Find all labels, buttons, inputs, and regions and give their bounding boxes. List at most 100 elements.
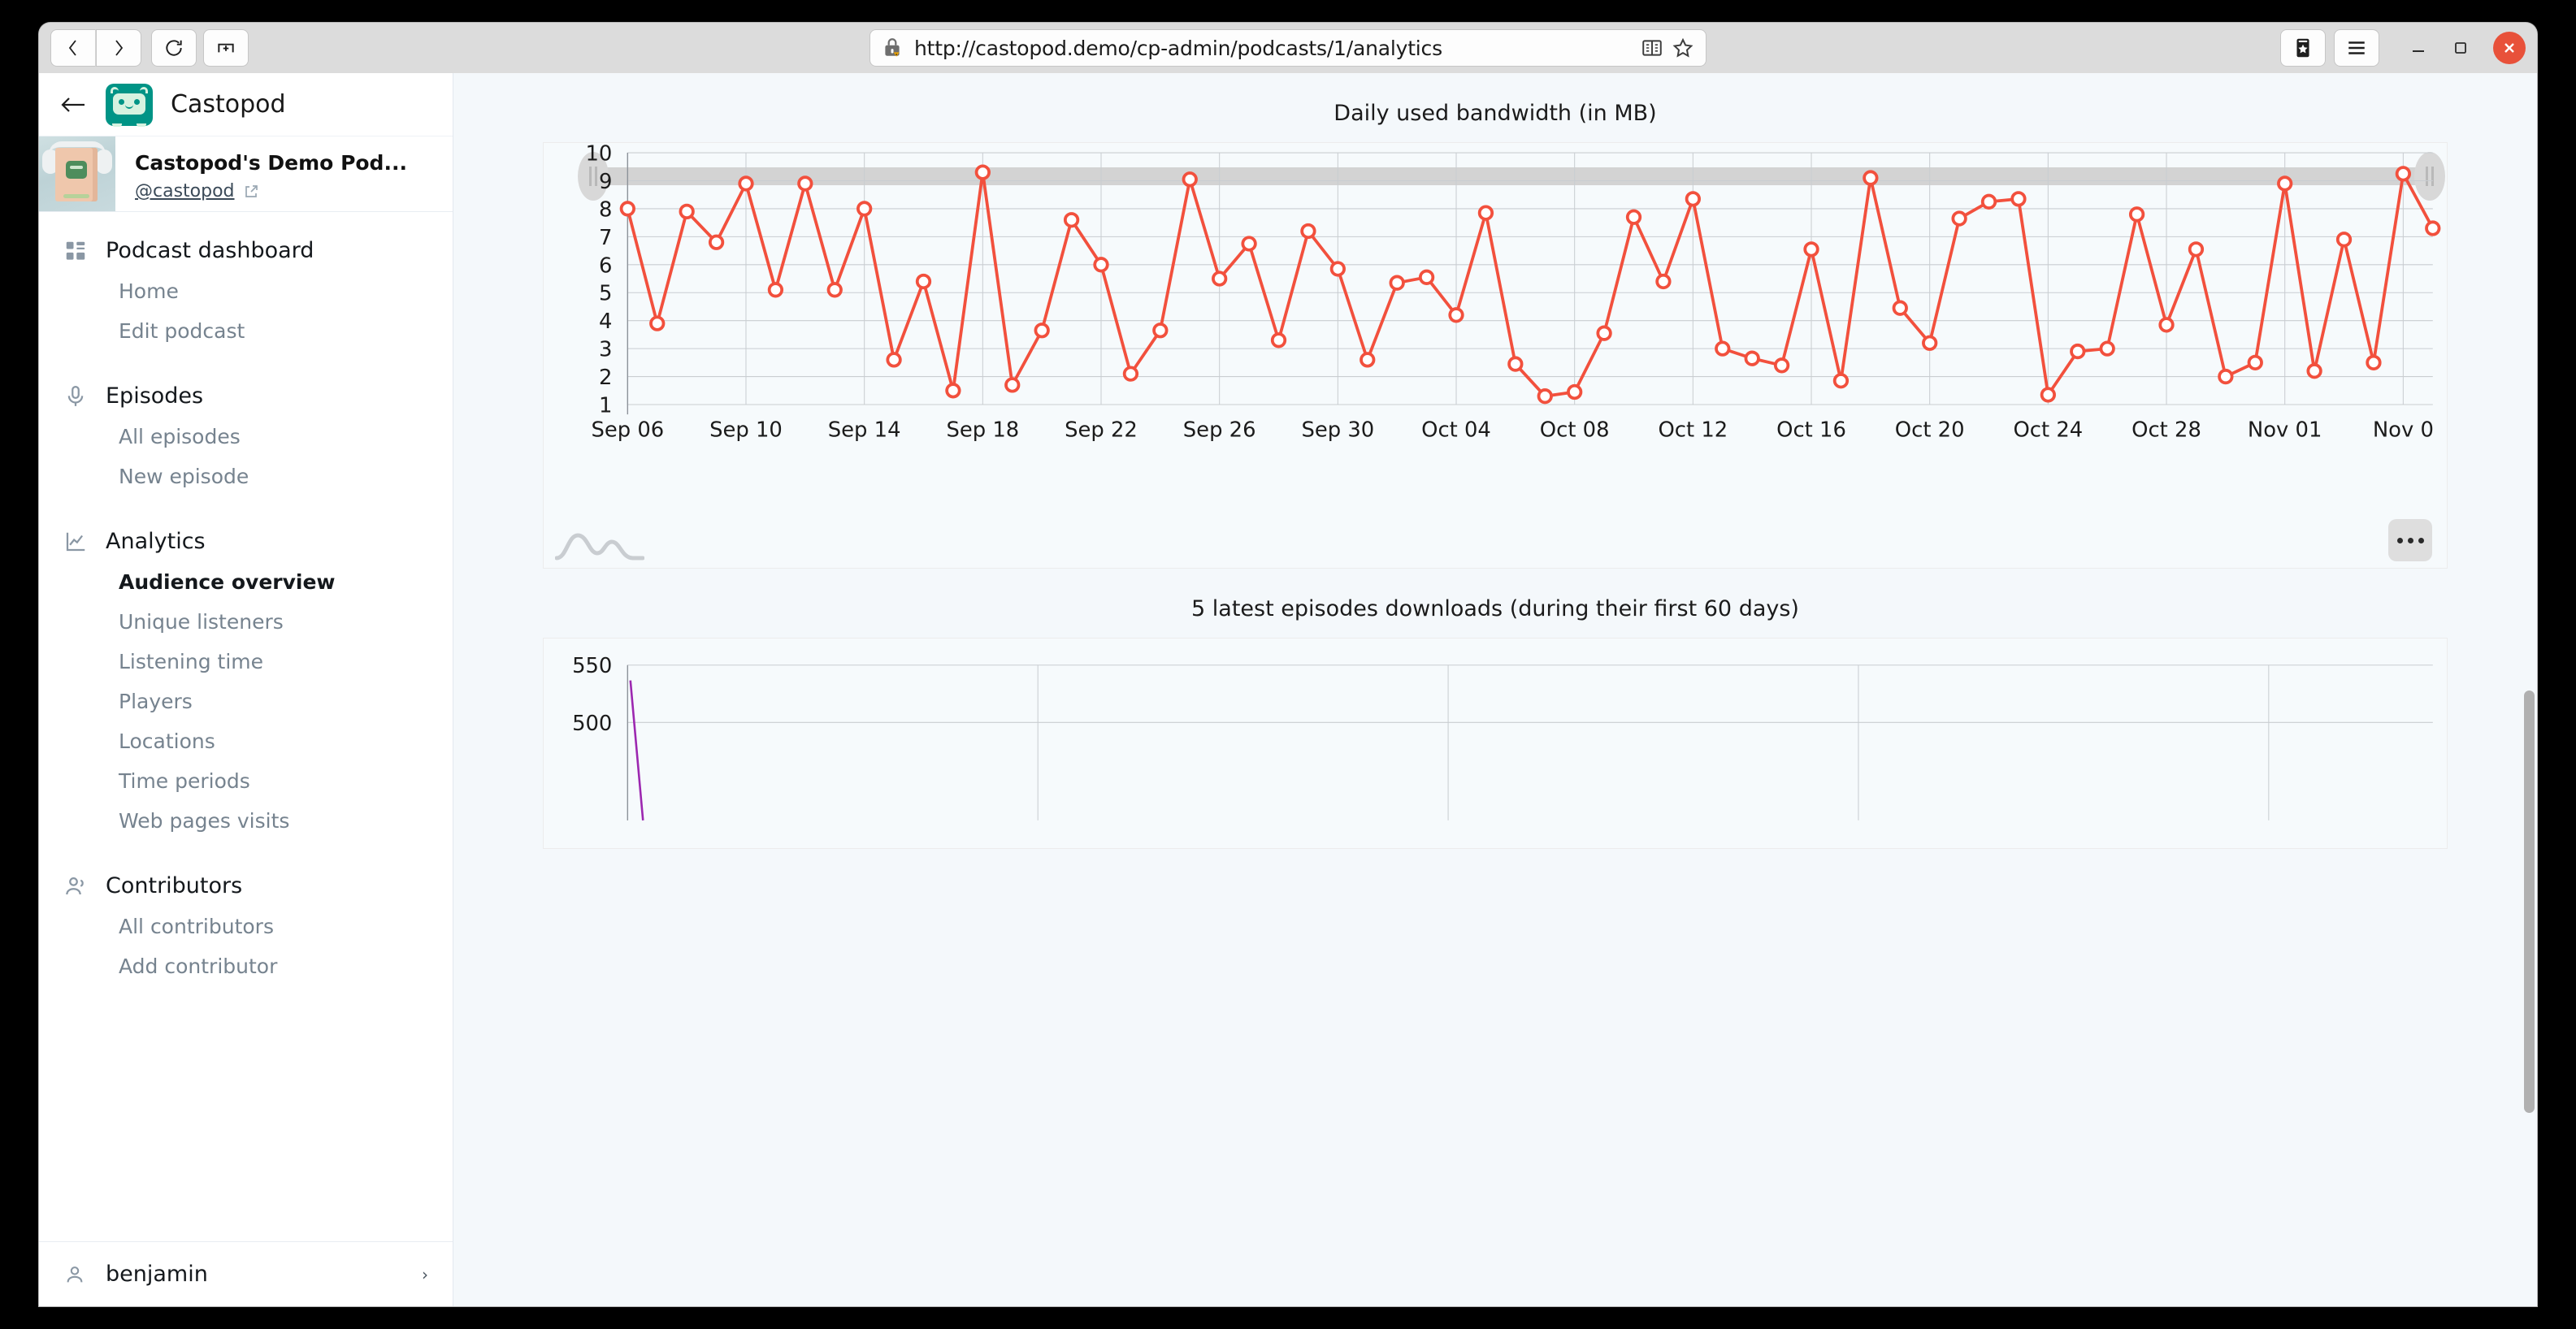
chart-menu-button[interactable] (2388, 519, 2432, 561)
data-point-marker[interactable] (1922, 335, 1938, 351)
data-point-marker[interactable] (2218, 368, 2234, 385)
sidebar-item-players[interactable]: Players (39, 682, 453, 721)
sidebar-group-header-podcast-dashboard[interactable]: Podcast dashboard (39, 230, 453, 271)
maximize-button[interactable] (2439, 29, 2482, 67)
data-point-marker[interactable] (2040, 387, 2056, 403)
data-point-marker[interactable] (1004, 377, 1021, 393)
sidebar-item-unique-listeners[interactable]: Unique listeners (39, 602, 453, 642)
data-point-marker[interactable] (2188, 241, 2205, 258)
podcast-handle-link[interactable]: @castopod (135, 181, 407, 201)
data-point-marker[interactable] (1152, 323, 1169, 339)
data-point-marker[interactable] (2395, 166, 2412, 182)
sidebar-item-listening-time[interactable]: Listening time (39, 642, 453, 682)
podcast-card[interactable]: Castopod's Demo Pod... @castopod (39, 136, 453, 212)
episode-downloads-plot-svg[interactable]: 500 550 (544, 639, 2447, 820)
data-point-marker[interactable] (649, 315, 666, 331)
data-point-marker[interactable] (974, 164, 991, 180)
page-scrollbar[interactable] (2521, 73, 2537, 1306)
chevron-right-icon[interactable]: › (422, 1265, 428, 1284)
bandwidth-plot-svg[interactable]: 1 2 3 4 5 6 7 8 9 10 Sep 06 Sep 10 Sep 14 Sep 18 Sep 2… (544, 143, 2447, 472)
sidebar-group-header-episodes[interactable]: Episodes (39, 375, 453, 417)
minimize-button[interactable] (2397, 29, 2439, 67)
data-point-marker[interactable] (1980, 193, 1997, 210)
sidebar-item-new-episode[interactable]: New episode (39, 457, 453, 496)
data-point-marker[interactable] (1477, 205, 1494, 221)
sidebar-item-all-contributors[interactable]: All contributors (39, 907, 453, 946)
data-point-marker[interactable] (1122, 366, 1139, 382)
data-point-marker[interactable] (1093, 257, 1109, 273)
data-point-marker[interactable] (738, 175, 754, 192)
data-point-marker[interactable] (1567, 383, 1583, 400)
new-tab-button[interactable] (203, 29, 249, 67)
data-point-marker[interactable] (619, 201, 635, 217)
data-point-marker[interactable] (2099, 340, 2115, 357)
bandwidth-plot[interactable]: 1 2 3 4 5 6 7 8 9 10 Sep 06 Sep 10 Sep 14 Sep 18 Sep 2… (544, 143, 2447, 472)
close-button[interactable] (2493, 32, 2526, 64)
data-point-marker[interactable] (2128, 206, 2145, 223)
data-point-marker[interactable] (856, 201, 873, 217)
forward-button[interactable] (96, 29, 141, 67)
app-menu-button[interactable] (2334, 29, 2379, 67)
data-point-marker[interactable] (886, 352, 902, 368)
data-point-marker[interactable] (1212, 271, 1228, 287)
back-button[interactable] (50, 29, 96, 67)
sidebar-item-time-periods[interactable]: Time periods (39, 761, 453, 801)
url-bar[interactable]: http://castopod.demo/cp-admin/podcasts/1… (870, 29, 1706, 67)
data-point-marker[interactable] (945, 383, 961, 399)
data-point-marker[interactable] (1418, 269, 1435, 285)
data-point-marker[interactable] (1773, 357, 1790, 374)
data-point-marker[interactable] (1537, 388, 1553, 405)
data-point-marker[interactable] (2158, 317, 2175, 333)
data-point-marker[interactable] (797, 175, 813, 192)
sidebar-item-edit-podcast[interactable]: Edit podcast (39, 311, 453, 351)
sidebar-item-all-episodes[interactable]: All episodes (39, 417, 453, 457)
data-point-marker[interactable] (1360, 352, 1376, 368)
page-scrollbar-thumb[interactable] (2524, 690, 2535, 1113)
data-point-marker[interactable] (1329, 261, 1346, 277)
data-point-marker[interactable] (1389, 275, 1405, 291)
data-point-marker[interactable] (1892, 300, 1908, 316)
data-point-marker[interactable] (2306, 363, 2322, 379)
chart-minimap-sparkline-icon[interactable] (555, 526, 644, 563)
sidebar-item-add-contributor[interactable]: Add contributor (39, 946, 453, 986)
data-point-marker[interactable] (1270, 332, 1287, 348)
data-point-marker[interactable] (1655, 273, 1672, 290)
data-point-marker[interactable] (708, 234, 725, 250)
reload-button[interactable] (151, 29, 197, 67)
data-point-marker[interactable] (1863, 170, 1879, 186)
sidebar-item-home[interactable]: Home (39, 271, 453, 311)
data-point-marker[interactable] (1685, 191, 1701, 207)
sidebar-group-header-contributors[interactable]: Contributors (39, 865, 453, 907)
data-point-marker[interactable] (1448, 307, 1464, 323)
sidebar-item-locations[interactable]: Locations (39, 721, 453, 761)
data-point-marker[interactable] (1596, 325, 1612, 341)
data-point-marker[interactable] (826, 282, 843, 298)
data-point-marker[interactable] (2070, 343, 2086, 360)
data-point-marker[interactable] (767, 282, 784, 298)
sidebar-group-header-analytics[interactable]: Analytics (39, 521, 453, 562)
data-point-marker[interactable] (915, 273, 932, 290)
data-point-marker[interactable] (2335, 232, 2353, 248)
data-point-marker[interactable] (2247, 354, 2263, 370)
data-point-marker[interactable] (1951, 210, 1967, 227)
sidebar-item-web-pages-visits[interactable]: Web pages visits (39, 801, 453, 841)
bookmark-star-icon[interactable] (1672, 37, 1694, 59)
data-point-marker[interactable] (1300, 223, 1316, 240)
data-point-marker[interactable] (1241, 236, 1257, 252)
data-point-marker[interactable] (1803, 241, 1819, 258)
sidebar-back-icon[interactable] (60, 94, 86, 115)
data-point-marker[interactable] (1034, 323, 1050, 339)
data-point-marker[interactable] (2366, 354, 2382, 370)
data-point-marker[interactable] (679, 203, 695, 220)
data-point-marker[interactable] (1832, 373, 1850, 389)
reader-view-icon[interactable] (1641, 37, 1663, 58)
data-point-marker[interactable] (2277, 175, 2293, 192)
bookmarks-library-button[interactable] (2280, 29, 2326, 67)
data-point-marker[interactable] (1744, 350, 1760, 366)
data-point-marker[interactable] (1182, 171, 1198, 188)
sidebar-item-audience-overview[interactable]: Audience overview (39, 562, 453, 602)
data-point-marker[interactable] (1507, 356, 1524, 372)
sidebar-user-row[interactable]: benjamin › (39, 1241, 453, 1306)
data-point-marker[interactable] (1063, 212, 1080, 228)
url-text[interactable]: http://castopod.demo/cp-admin/podcasts/1… (914, 37, 1633, 60)
